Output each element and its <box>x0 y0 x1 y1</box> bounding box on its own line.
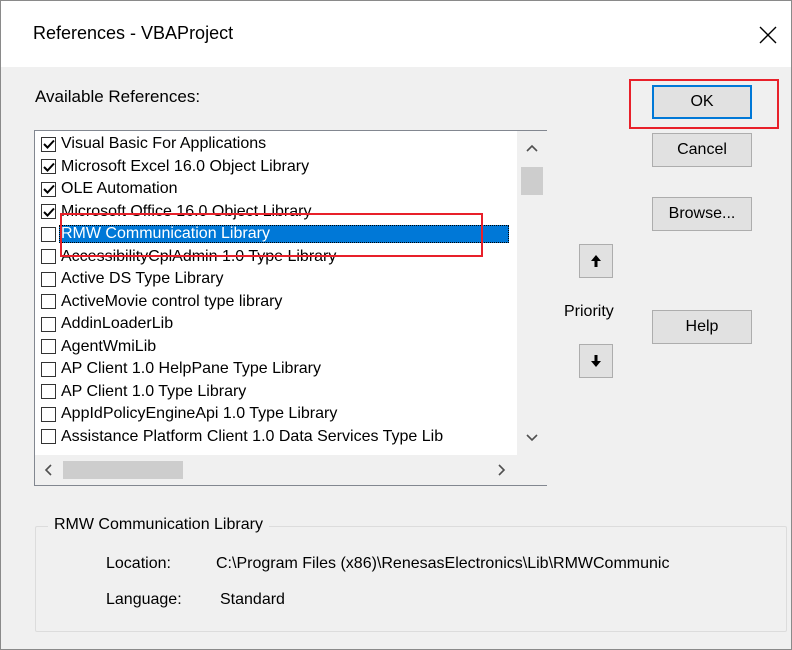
reference-checkbox[interactable] <box>41 406 56 422</box>
arrow-down-icon <box>591 355 601 367</box>
scroll-down-arrow[interactable] <box>521 427 543 449</box>
reference-label: AP Client 1.0 HelpPane Type Library <box>61 360 322 377</box>
vertical-scrollbar[interactable] <box>517 131 547 455</box>
reference-label: AgentWmiLib <box>61 337 157 355</box>
reference-checkbox[interactable] <box>41 429 56 444</box>
ok-button[interactable]: OK <box>652 85 752 119</box>
priority-label: Priority <box>564 303 614 320</box>
reference-item[interactable]: AP Client 1.0 HelpPane Type Library <box>35 358 517 380</box>
arrow-up-icon <box>591 255 601 267</box>
reference-label: Microsoft Office 16.0 Object Library <box>61 202 312 220</box>
reference-checkbox[interactable] <box>41 294 56 309</box>
checkmark-icon <box>42 207 55 217</box>
reference-checkbox[interactable] <box>41 316 56 332</box>
reference-checkbox[interactable] <box>41 204 56 219</box>
title-bar: References - VBAProject <box>1 1 791 67</box>
reference-checkbox[interactable] <box>41 361 56 377</box>
reference-item[interactable]: AccessibilityCplAdmin 1.0 Type Library <box>35 246 517 268</box>
scroll-up-arrow[interactable] <box>521 137 543 159</box>
checkmark-icon <box>42 162 55 172</box>
priority-down-button[interactable] <box>579 344 613 378</box>
chevron-right-icon <box>498 464 506 476</box>
priority-up-button[interactable] <box>579 244 613 278</box>
reference-item[interactable]: AP Client 1.0 Type Library <box>35 381 517 403</box>
reference-item[interactable]: AddinLoaderLib <box>35 313 517 335</box>
reference-checkbox[interactable] <box>41 339 56 354</box>
details-group-title: RMW Communication Library <box>48 516 269 534</box>
reference-item[interactable]: AgentWmiLib <box>35 336 517 358</box>
reference-item[interactable]: Assistance Platform Client 1.0 Data Serv… <box>35 426 517 448</box>
browse-button[interactable]: Browse... <box>652 197 752 231</box>
reference-label: AP Client 1.0 Type Library <box>61 382 247 400</box>
location-value: C:\Program Files (x86)\RenesasElectronic… <box>216 555 670 572</box>
close-button[interactable] <box>745 15 791 55</box>
references-list: Visual Basic For Applications Microsoft E… <box>35 131 517 455</box>
checkmark-icon <box>42 139 55 149</box>
horizontal-scroll-thumb[interactable] <box>63 461 183 479</box>
reference-item[interactable]: OLE Automation <box>35 178 517 200</box>
reference-label: AddinLoaderLib <box>61 315 174 332</box>
chevron-down-icon <box>526 434 538 442</box>
reference-label: AppIdPolicyEngineApi 1.0 Type Library <box>61 405 338 422</box>
reference-label: Active DS Type Library <box>61 270 224 287</box>
reference-item[interactable]: ActiveMovie control type library <box>35 291 517 313</box>
reference-checkbox[interactable] <box>41 226 56 242</box>
reference-checkbox[interactable] <box>41 181 56 197</box>
reference-item[interactable]: RMW Communication Library <box>35 223 517 245</box>
reference-label: Microsoft Excel 16.0 Object Library <box>61 157 310 175</box>
reference-label: Visual Basic For Applications <box>61 135 267 152</box>
reference-label: Assistance Platform Client 1.0 Data Serv… <box>61 427 444 445</box>
chevron-up-icon <box>526 144 538 152</box>
available-references-label: Available References: <box>35 87 201 106</box>
reference-item[interactable]: Microsoft Office 16.0 Object Library <box>35 201 517 223</box>
reference-checkbox[interactable] <box>41 271 56 287</box>
horizontal-scrollbar[interactable] <box>35 455 517 485</box>
reference-checkbox[interactable] <box>41 136 56 152</box>
reference-item[interactable]: Active DS Type Library <box>35 268 517 290</box>
reference-checkbox[interactable] <box>41 384 56 399</box>
reference-checkbox[interactable] <box>41 159 56 174</box>
language-value: Standard <box>220 591 285 608</box>
references-listbox[interactable]: Visual Basic For Applications Microsoft E… <box>34 130 547 486</box>
help-button[interactable]: Help <box>652 310 752 344</box>
scroll-left-arrow[interactable] <box>37 459 59 481</box>
checkmark-icon <box>42 184 55 194</box>
reference-details-group: RMW Communication Library Location: C:\P… <box>35 516 787 632</box>
scrollbar-corner <box>517 455 547 485</box>
chevron-left-icon <box>44 464 52 476</box>
language-label: Language: <box>106 591 182 608</box>
reference-item[interactable]: Microsoft Excel 16.0 Object Library <box>35 156 517 178</box>
scroll-right-arrow[interactable] <box>491 459 513 481</box>
vertical-scroll-thumb[interactable] <box>521 167 543 195</box>
dialog-title: References - VBAProject <box>33 23 234 43</box>
cancel-button[interactable]: Cancel <box>652 133 752 167</box>
reference-label: RMW Communication Library <box>59 225 509 243</box>
reference-label: OLE Automation <box>61 180 178 197</box>
reference-checkbox[interactable] <box>41 249 56 264</box>
references-dialog: References - VBAProject Available Refere… <box>0 0 792 650</box>
location-label: Location: <box>106 555 171 572</box>
reference-label: ActiveMovie control type library <box>61 292 283 310</box>
reference-label: AccessibilityCplAdmin 1.0 Type Library <box>61 247 337 265</box>
reference-item[interactable]: Visual Basic For Applications <box>35 133 517 155</box>
reference-item[interactable]: AppIdPolicyEngineApi 1.0 Type Library <box>35 403 517 425</box>
close-icon <box>759 26 777 44</box>
